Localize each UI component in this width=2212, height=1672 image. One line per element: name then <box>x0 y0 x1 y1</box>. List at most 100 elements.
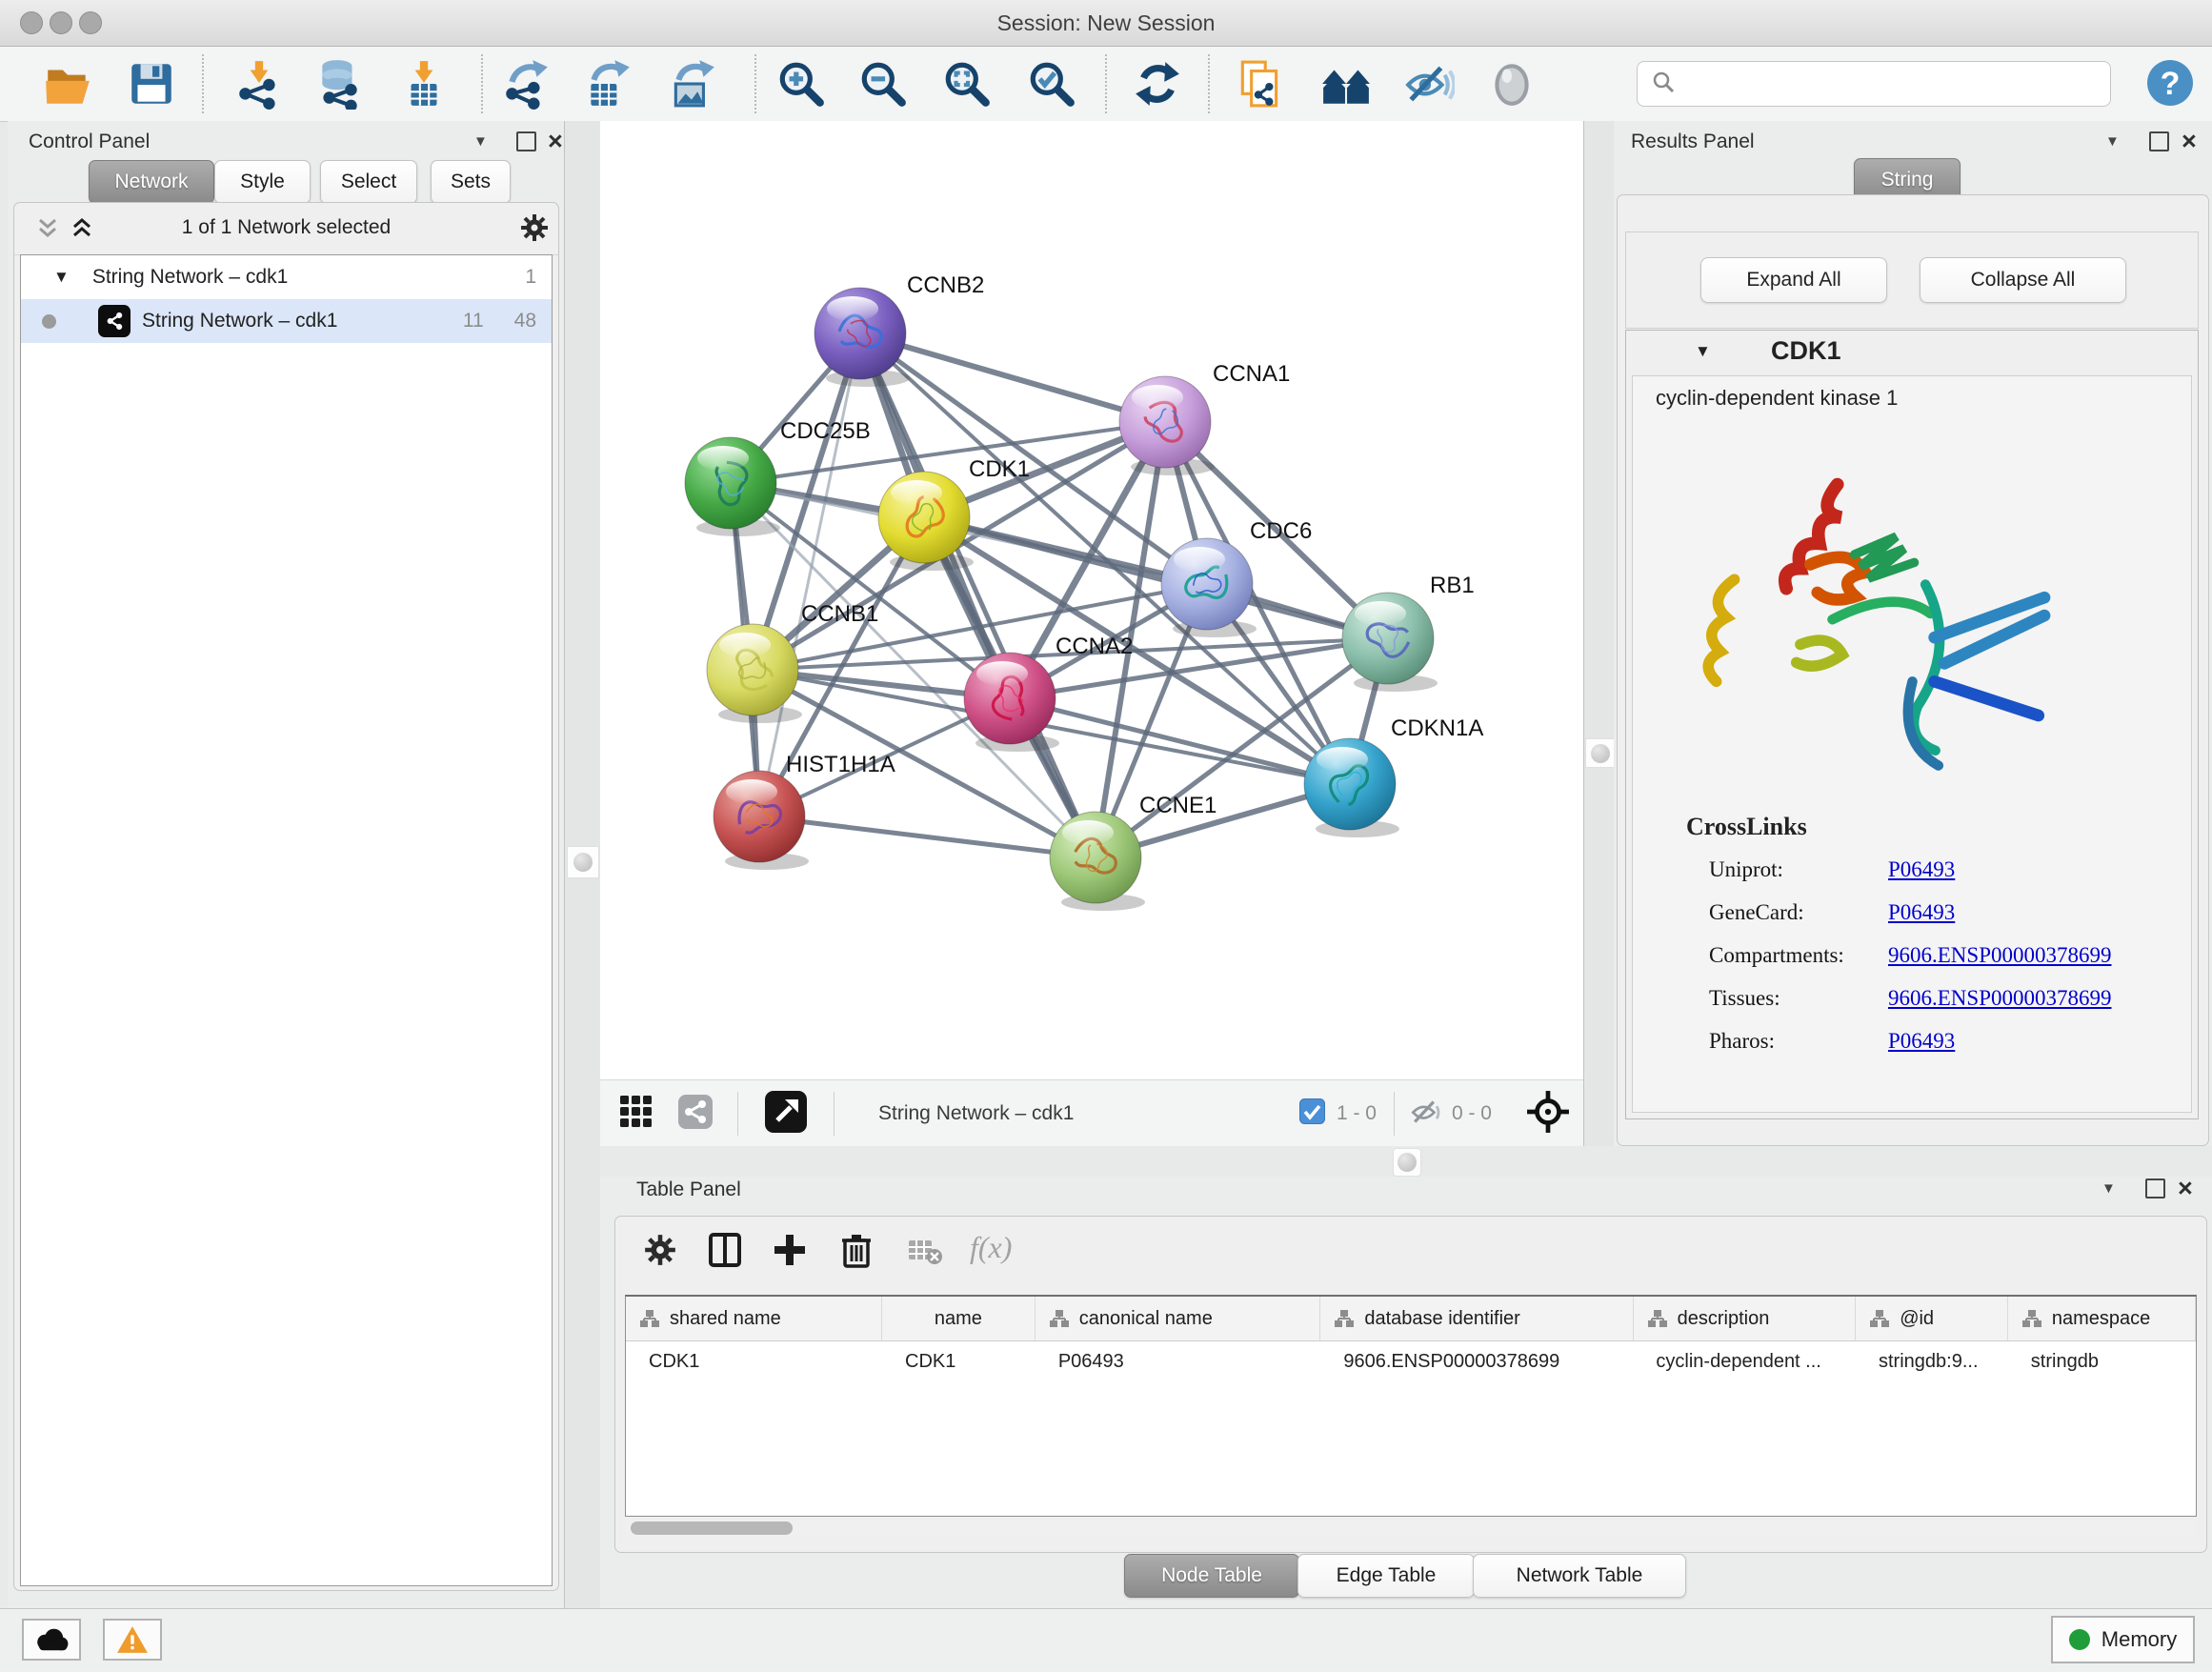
import-table-file-icon[interactable] <box>398 58 450 110</box>
column-type-icon <box>2021 1309 2042 1328</box>
table-hscrollbar-track[interactable] <box>625 1520 2195 1537</box>
help-button[interactable]: ? <box>2145 58 2195 112</box>
hidden-counts: 0 - 0 <box>1452 1102 1492 1125</box>
column-header-database-identifier[interactable]: database identifier <box>1320 1297 1633 1340</box>
results-panel-menu-icon[interactable]: ▼ <box>2105 133 2120 150</box>
crosslink-link[interactable]: P06493 <box>1888 857 1955 882</box>
tab-network[interactable]: Network <box>89 160 214 204</box>
node-label: CCNE1 <box>1139 793 1217 818</box>
zoom-in-icon[interactable] <box>775 58 827 110</box>
crosslink-label: Tissues: <box>1709 986 1888 1011</box>
control-panel-close-icon[interactable]: × <box>548 131 563 151</box>
column-header-shared-name[interactable]: shared name <box>626 1297 882 1340</box>
control-panel-menu-icon[interactable]: ▼ <box>473 133 488 150</box>
refresh-icon[interactable] <box>1132 58 1183 110</box>
crosslink-link[interactable]: 9606.ENSP00000378699 <box>1888 986 2112 1011</box>
delete-table-icon[interactable] <box>903 1230 947 1274</box>
results-panel-close-icon[interactable]: × <box>2182 131 2197 151</box>
table-cell: CDK1 <box>626 1351 882 1373</box>
tab-network-table[interactable]: Network Table <box>1473 1554 1686 1598</box>
home-icon[interactable] <box>1320 58 1372 110</box>
table-row[interactable]: CDK1CDK1P064939606.ENSP00000378699cyclin… <box>626 1341 2196 1381</box>
table-cell: cyclin-dependent ... <box>1633 1351 1856 1373</box>
cloud-button[interactable] <box>22 1619 81 1661</box>
network-node-count: 11 <box>463 310 484 332</box>
memory-button[interactable]: Memory <box>2051 1616 2195 1663</box>
network-view-share-icon[interactable] <box>678 1095 713 1134</box>
export-table-icon[interactable] <box>582 58 633 110</box>
grid-view-icon[interactable] <box>619 1095 654 1134</box>
network-row[interactable]: String Network – cdk1 11 48 <box>21 299 552 343</box>
table-cell: stringdb:9... <box>1856 1351 2008 1373</box>
control-panel-float-icon[interactable] <box>516 131 536 151</box>
tab-select[interactable]: Select <box>320 160 417 204</box>
share-document-icon[interactable] <box>1235 58 1286 110</box>
tab-node-table[interactable]: Node Table <box>1124 1554 1299 1598</box>
birdseye-view-icon[interactable] <box>765 1091 807 1138</box>
network-collection-count: 1 <box>525 266 536 289</box>
column-header-namespace[interactable]: namespace <box>2008 1297 2196 1340</box>
open-session-icon[interactable] <box>42 58 93 110</box>
warning-button[interactable] <box>103 1619 162 1661</box>
crosslinks-list: Uniprot:P06493GeneCard:P06493Compartment… <box>1709 857 2166 1072</box>
export-network-icon[interactable] <box>500 58 552 110</box>
zoom-selected-icon[interactable] <box>1026 58 1077 110</box>
network-node-ccnb1[interactable]: CCNB1 <box>707 601 878 723</box>
network-node-cdkn1a[interactable]: CDKN1A <box>1304 715 1483 837</box>
table-panel-menu-icon[interactable]: ▼ <box>2101 1180 2116 1197</box>
crosslink-link[interactable]: P06493 <box>1888 1029 1955 1054</box>
column-header-description[interactable]: description <box>1634 1297 1857 1340</box>
table-panel-close-icon[interactable]: × <box>2178 1178 2193 1198</box>
column-header-canonical-name[interactable]: canonical name <box>1036 1297 1321 1340</box>
node-label: CCNA2 <box>1056 634 1133 659</box>
table-cell: stringdb <box>2008 1351 2196 1373</box>
save-session-icon[interactable] <box>126 58 177 110</box>
column-header--id[interactable]: @id <box>1856 1297 2008 1340</box>
zoom-fit-icon[interactable] <box>941 58 993 110</box>
table-cell: CDK1 <box>882 1351 1036 1373</box>
control-panel-title: Control Panel <box>29 131 150 153</box>
column-header-name[interactable]: name <box>882 1297 1036 1340</box>
fit-content-crosshair-icon[interactable] <box>1526 1090 1570 1138</box>
tab-edge-table[interactable]: Edge Table <box>1297 1554 1475 1598</box>
svg-text:?: ? <box>2161 66 2181 102</box>
hidden-eye-icon[interactable] <box>1410 1096 1442 1133</box>
zoom-out-icon[interactable] <box>857 58 909 110</box>
left-splitter-handle[interactable] <box>567 846 599 878</box>
table-panel-float-icon[interactable] <box>2145 1178 2165 1199</box>
import-network-database-icon[interactable] <box>313 58 365 110</box>
network-node-cdk1[interactable]: CDK1 <box>878 456 1030 571</box>
crosslink-link[interactable]: 9606.ENSP00000378699 <box>1888 943 2112 968</box>
tab-sets[interactable]: Sets <box>431 160 511 204</box>
horizontal-splitter-handle[interactable] <box>1393 1148 1421 1177</box>
network-collection-row[interactable]: ▼ String Network – cdk1 1 <box>21 255 552 299</box>
window-titlebar: Session: New Session <box>0 0 2212 47</box>
network-canvas[interactable]: CCNB2CCNA1CDC25BCDK1CDC6RB1CCNB1CCNA2CDK… <box>600 121 1583 1079</box>
right-splitter-handle[interactable] <box>1585 738 1615 768</box>
create-column-icon[interactable] <box>768 1228 812 1272</box>
table-hscrollbar-thumb[interactable] <box>631 1521 793 1535</box>
gene-card-collapse-icon[interactable]: ▼ <box>1695 342 1711 361</box>
collapse-triangle-icon[interactable]: ▼ <box>53 268 70 287</box>
network-node-cdc6[interactable]: CDC6 <box>1161 518 1312 637</box>
network-options-gear-icon[interactable] <box>520 213 549 247</box>
tab-style[interactable]: Style <box>214 160 311 204</box>
show-columns-icon[interactable] <box>703 1228 747 1272</box>
selected-checkbox-icon[interactable] <box>1299 1098 1325 1129</box>
export-image-icon[interactable] <box>667 58 718 110</box>
crosslink-link[interactable]: P06493 <box>1888 900 1955 925</box>
search-input[interactable] <box>1685 64 2110 104</box>
function-builder-icon[interactable]: f(x) <box>970 1230 1012 1265</box>
network-node-hist1h1a[interactable]: HIST1H1A <box>714 752 895 870</box>
hide-eye-icon[interactable] <box>1403 58 1455 110</box>
table-options-gear-icon[interactable] <box>638 1228 682 1272</box>
import-network-file-icon[interactable] <box>233 58 285 110</box>
collapse-all-button[interactable]: Collapse All <box>1920 257 2126 303</box>
network-view: CCNB2CCNA1CDC25BCDK1CDC6RB1CCNB1CCNA2CDK… <box>600 121 1583 1079</box>
delete-column-trash-icon[interactable] <box>835 1228 878 1272</box>
column-type-icon <box>639 1309 660 1328</box>
eye-inactive-icon[interactable] <box>1486 58 1538 110</box>
network-node-rb1[interactable]: RB1 <box>1342 573 1475 692</box>
results-panel-float-icon[interactable] <box>2149 131 2169 151</box>
expand-all-button[interactable]: Expand All <box>1700 257 1887 303</box>
